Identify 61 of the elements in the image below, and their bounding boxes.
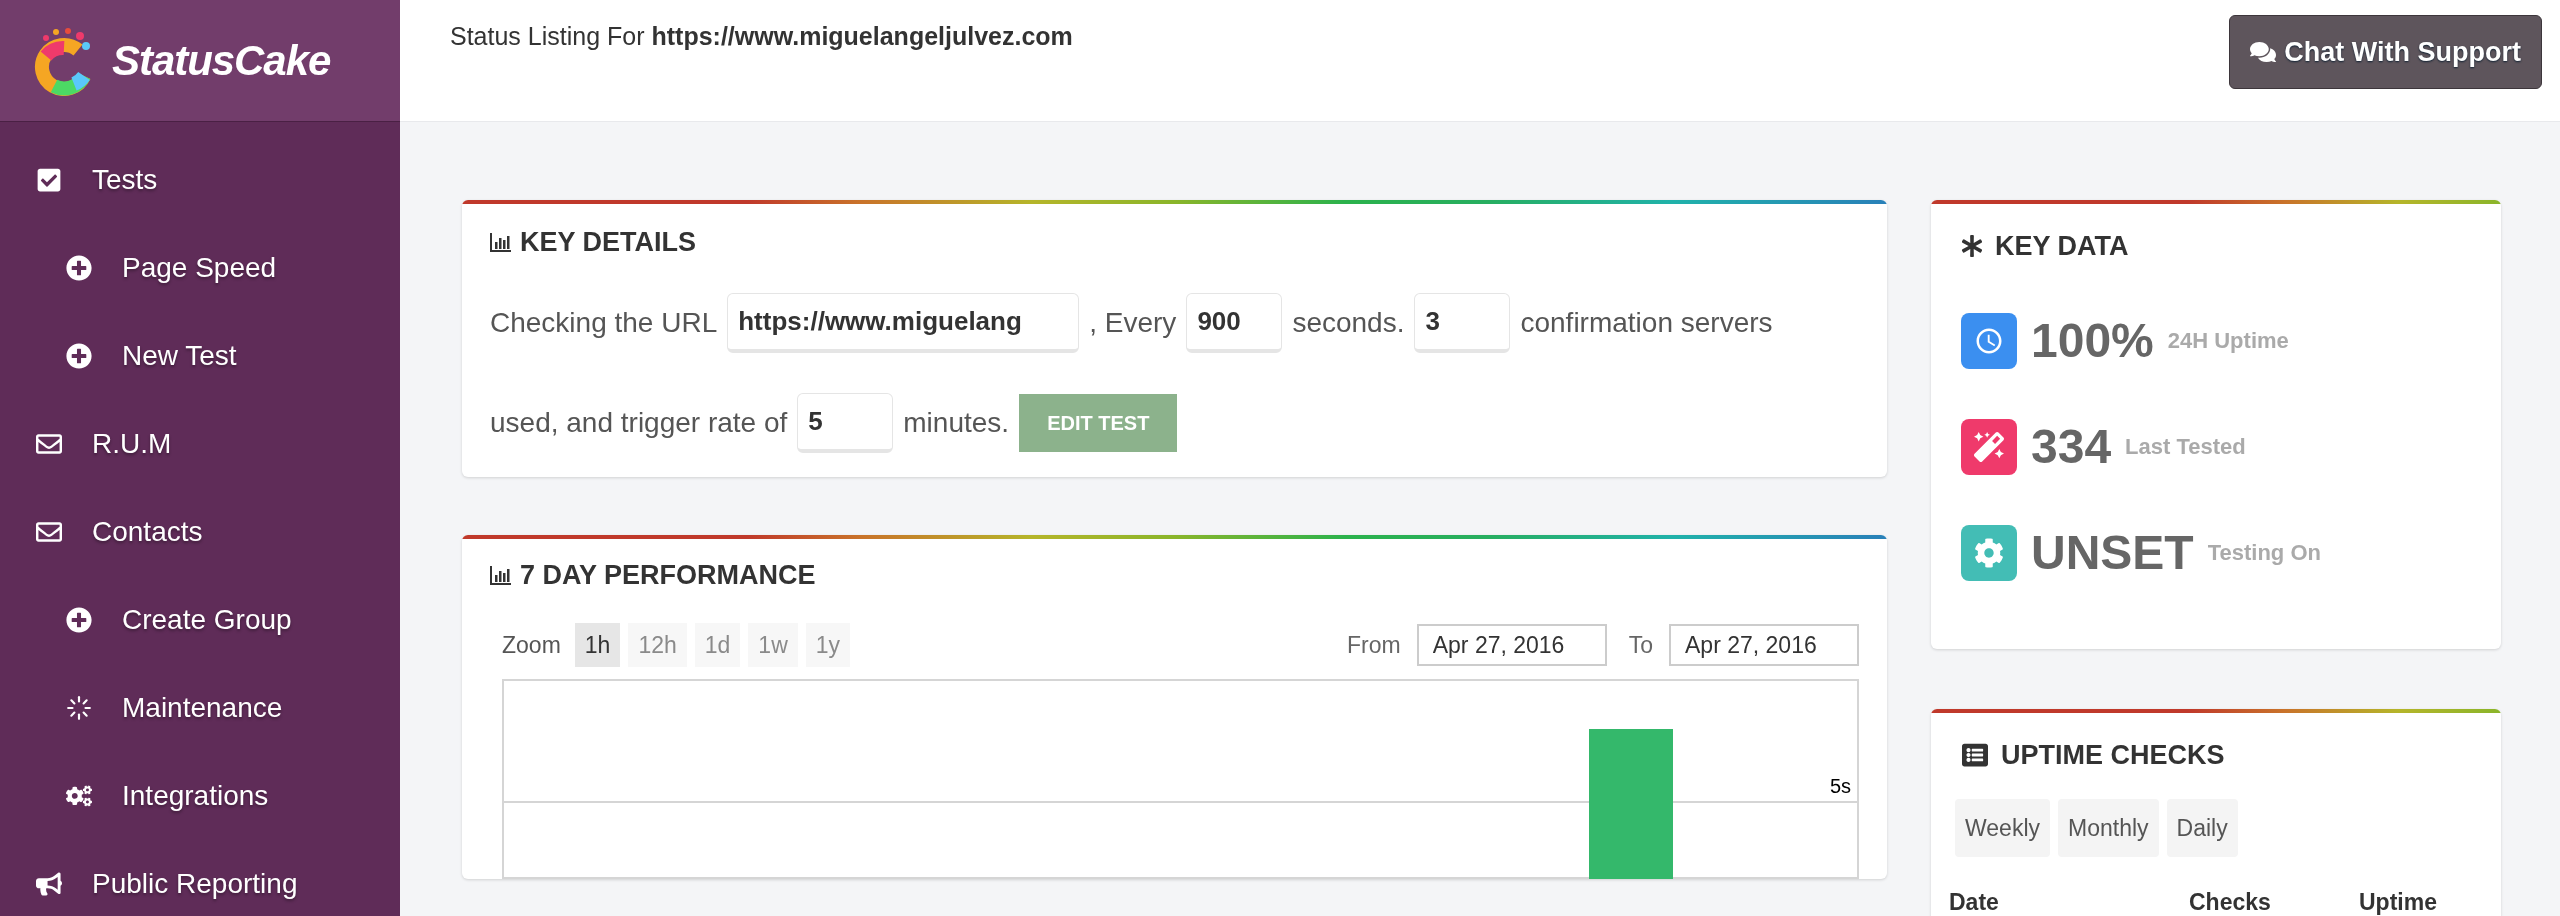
envelope-icon: [36, 519, 62, 545]
stat-label: Testing On: [2207, 539, 2321, 567]
input-field[interactable]: 5: [797, 392, 894, 453]
sentence-text: , Every: [1089, 305, 1177, 340]
chat-icon: [2250, 39, 2277, 65]
to-label: To: [1628, 630, 1653, 660]
gridline-label: 5s: [1829, 774, 1851, 799]
panel-title: 7 DAY PERFORMANCE: [520, 558, 816, 592]
panel-title: UPTIME CHECKS: [2001, 738, 2225, 772]
sentence-text: Checking the URL: [490, 305, 718, 340]
sidebar-subitem[interactable]: Maintenance: [0, 664, 400, 752]
period-tab[interactable]: Weekly: [1955, 799, 2050, 857]
gear-icon: [1974, 537, 2004, 568]
list-icon: [1961, 741, 1989, 768]
sidebar-subitem[interactable]: Integrations: [0, 752, 400, 840]
sentence-text: minutes.: [903, 405, 1010, 440]
period-tab[interactable]: Monthly: [2058, 799, 2159, 857]
sentence-text: seconds.: [1292, 305, 1405, 340]
input-field[interactable]: 900: [1186, 292, 1283, 353]
envelope-icon: [36, 431, 62, 457]
input-field[interactable]: https://www.miguelang: [727, 292, 1080, 353]
column-header: Date: [1949, 887, 2000, 916]
asterisk-icon: [1961, 235, 1983, 258]
from-label: From: [1347, 630, 1401, 660]
bar-chart-icon: [490, 564, 512, 585]
stat-value: 334: [2031, 418, 2112, 475]
megaphone-icon: [36, 871, 62, 897]
bar-chart-icon: [490, 232, 512, 253]
plus-icon: [66, 607, 92, 633]
input-field[interactable]: 3: [1414, 292, 1511, 353]
plus-icon: [66, 255, 92, 281]
stat-value: 100%: [2031, 312, 2154, 369]
sentence-text: used, and trigger rate of: [490, 405, 788, 440]
sidebar-item[interactable]: Tests: [0, 136, 400, 224]
stat-value: UNSET: [2031, 524, 2194, 581]
sidebar-subitem[interactable]: Create Group: [0, 576, 400, 664]
zoom-option[interactable]: 1h: [574, 623, 621, 667]
period-tab[interactable]: Daily: [2166, 799, 2238, 857]
panel-title: KEY DETAILS: [520, 226, 697, 259]
dotted-circle-icon: [66, 695, 92, 721]
sentence-text: confirmation servers: [1520, 305, 1773, 340]
brand-name: StatusCake: [112, 36, 331, 86]
gears-icon: [66, 783, 92, 809]
panel-title: KEY DATA: [1995, 230, 2129, 263]
checkbox-icon: [36, 167, 62, 193]
magic-wand-icon: [1974, 431, 2004, 462]
page-title: Status Listing For https://www.miguelangeljulvez.com: [450, 21, 1073, 52]
zoom-label: Zoom: [502, 630, 561, 660]
chat-button[interactable]: Chat With Support: [2229, 15, 2542, 89]
stat-label: 24H Uptime: [2167, 327, 2289, 355]
sidebar-subitem[interactable]: Page Speed: [0, 224, 400, 312]
date-field[interactable]: Apr 27, 2016: [1416, 624, 1607, 666]
column-header: Uptime: [2359, 887, 2438, 916]
stat-label: Last Tested: [2125, 433, 2246, 461]
sidebar-item[interactable]: Public Reporting: [0, 840, 400, 916]
plus-icon: [66, 343, 92, 369]
date-field[interactable]: Apr 27, 2016: [1669, 624, 1859, 666]
column-header: Checks: [2189, 887, 2272, 916]
sidebar-subitem[interactable]: New Test: [0, 312, 400, 400]
sidebar-item[interactable]: Contacts: [0, 488, 400, 576]
sidebar-item[interactable]: R.U.M: [0, 400, 400, 488]
